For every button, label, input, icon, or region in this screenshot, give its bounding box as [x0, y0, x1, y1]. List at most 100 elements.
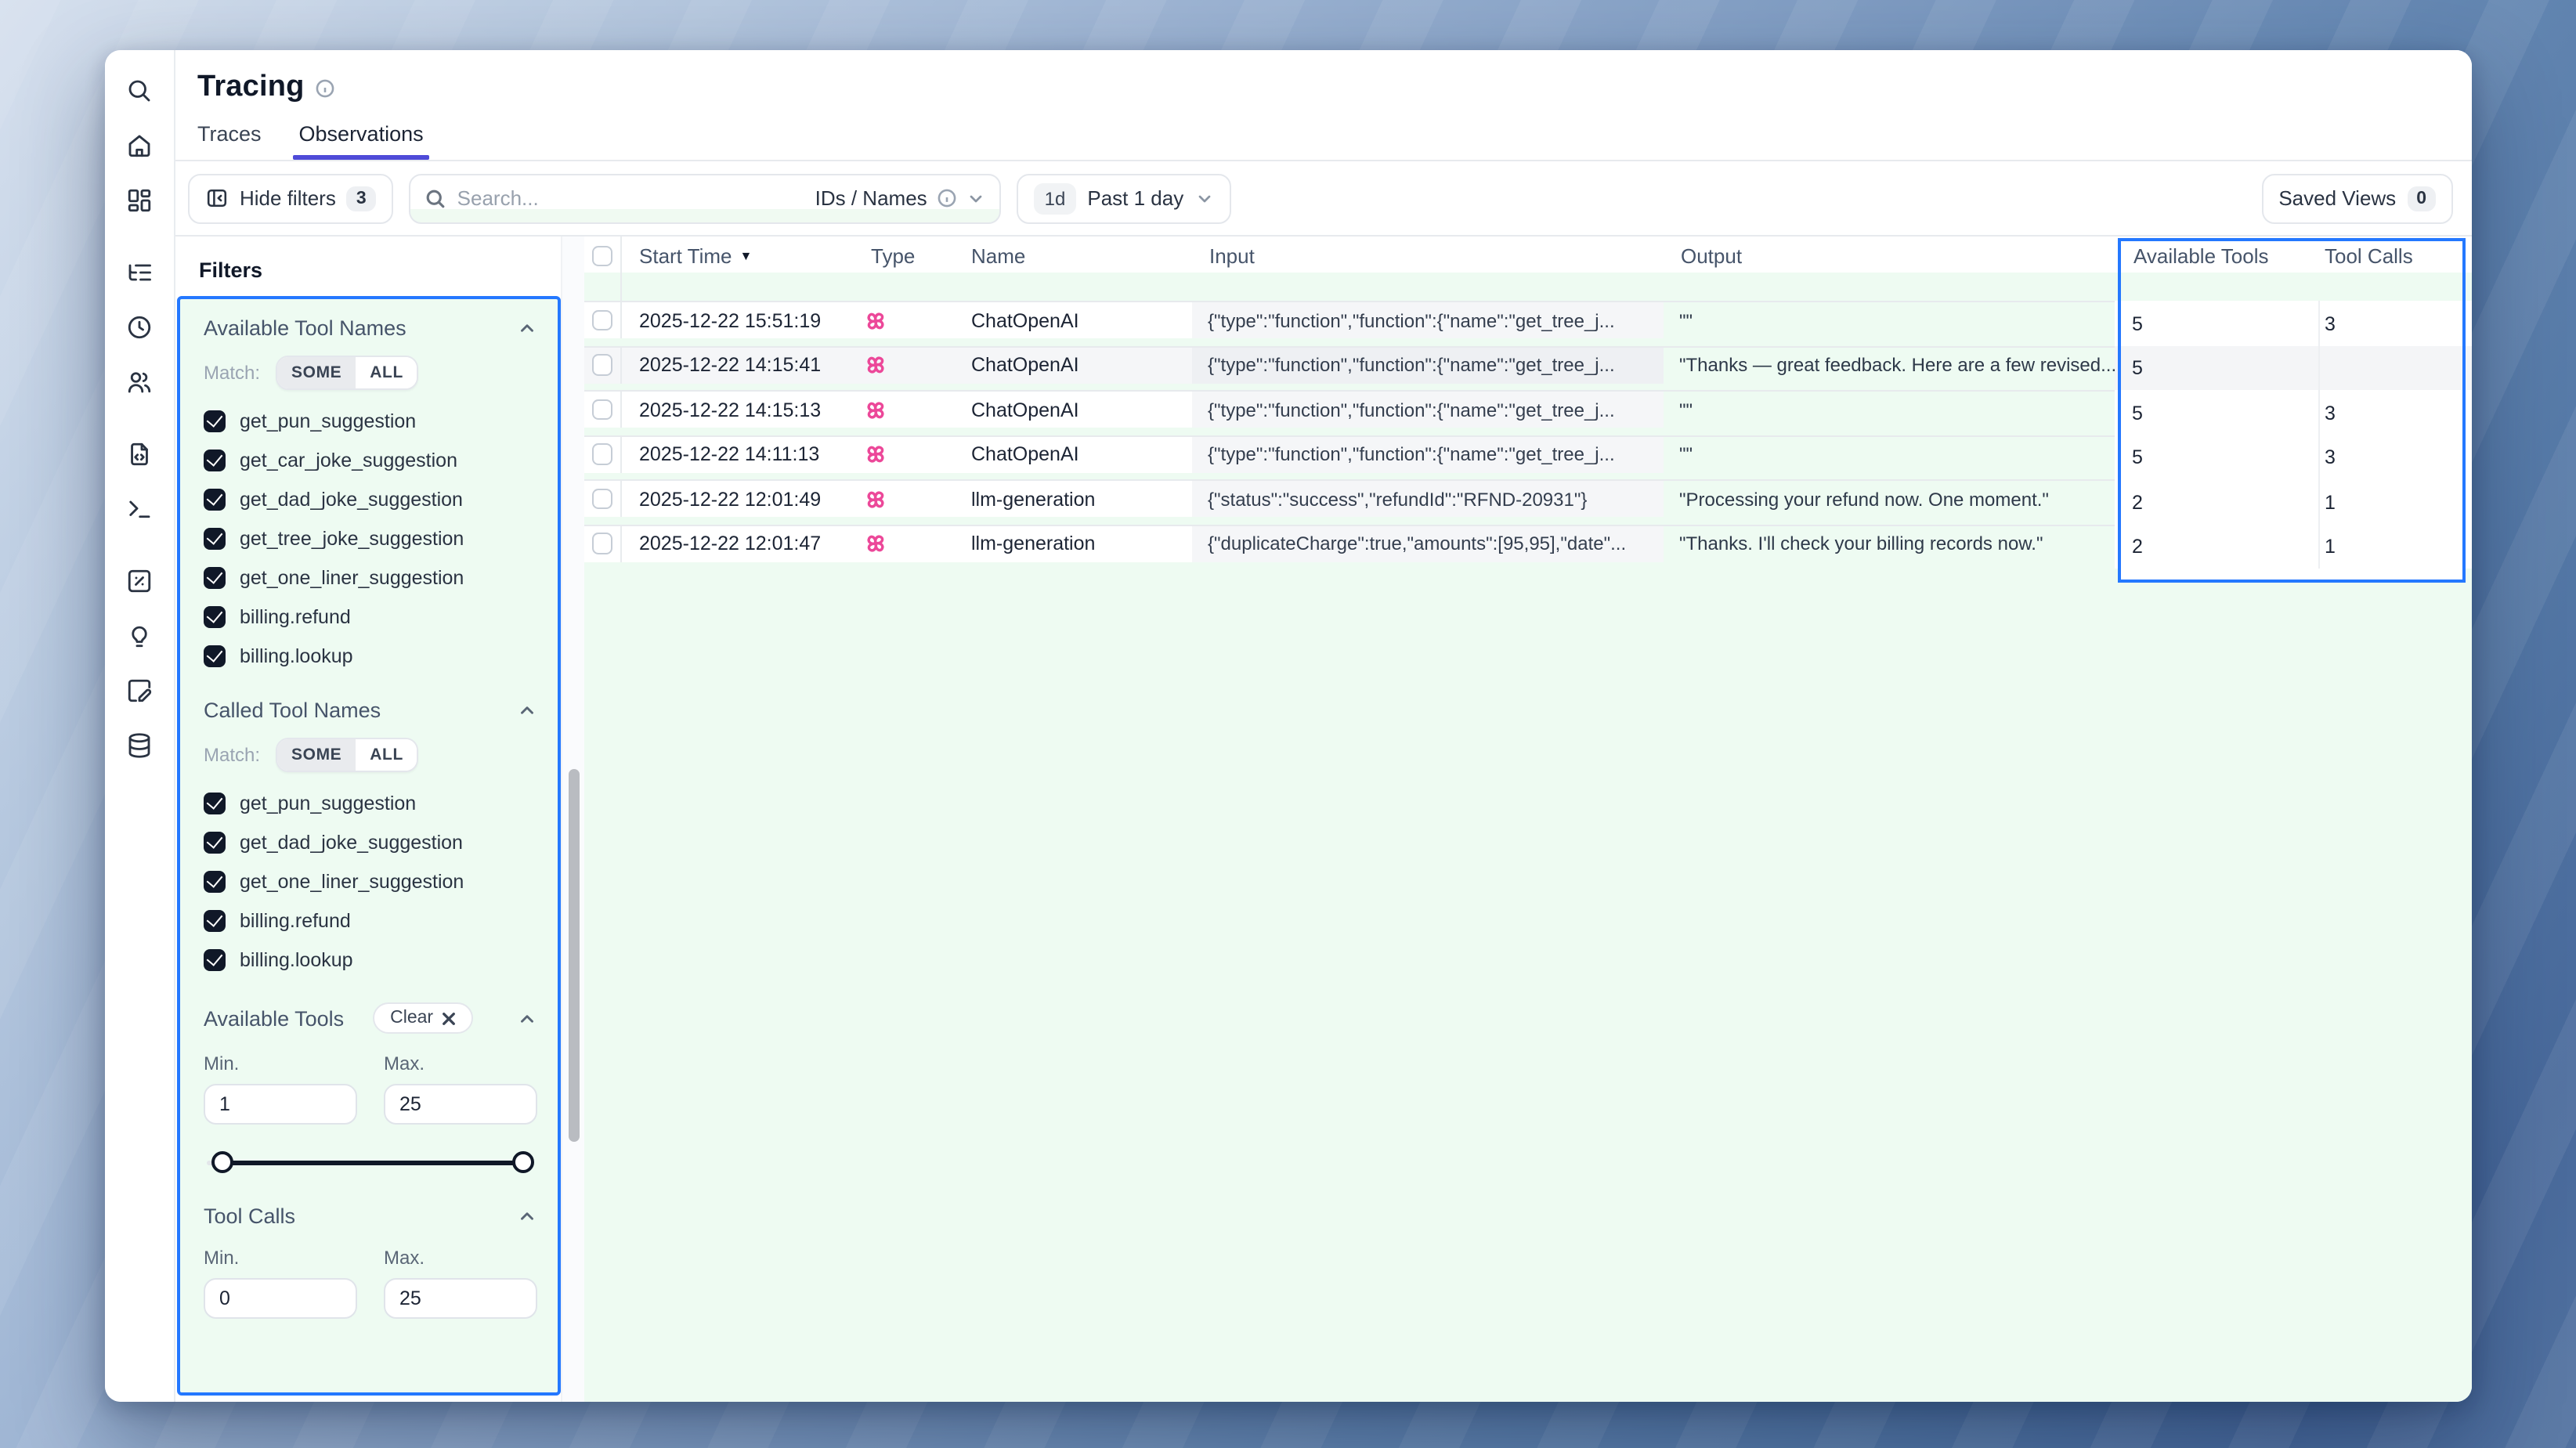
available-tools-min-input[interactable]: [204, 1084, 357, 1125]
cell-output: "": [1664, 436, 2115, 472]
datasets-icon[interactable]: [124, 730, 155, 761]
generation-type-icon: [863, 397, 888, 422]
filter-option[interactable]: billing.refund: [204, 605, 537, 628]
select-all-checkbox[interactable]: [592, 246, 613, 267]
table-row[interactable]: 2025-12-22 14:15:41 ChatOpenAI {"type":"…: [584, 345, 2472, 390]
filter-option[interactable]: get_pun_suggestion: [204, 791, 537, 814]
match-option-some[interactable]: SOME: [277, 739, 356, 771]
search-input[interactable]: Search... IDs / Names: [409, 173, 1001, 223]
collapse-section-icon[interactable]: [517, 1206, 537, 1226]
column-header-type[interactable]: Type: [854, 237, 954, 301]
row-checkbox[interactable]: [592, 444, 613, 465]
row-checkbox[interactable]: [592, 355, 613, 376]
annotation-icon[interactable]: [124, 675, 155, 706]
row-checkbox[interactable]: [592, 310, 613, 331]
min-label: Min.: [204, 1053, 357, 1074]
sessions-icon[interactable]: [124, 312, 155, 343]
playground-icon[interactable]: [124, 493, 155, 525]
column-header-output[interactable]: Output: [1664, 237, 2115, 301]
tool-calls-max-input[interactable]: [384, 1278, 537, 1319]
cell-available-tools: 2: [2115, 479, 2320, 524]
scrollbar-track[interactable]: [561, 237, 584, 1402]
clear-filter-button[interactable]: Clear: [373, 1002, 472, 1034]
scrollbar-thumb[interactable]: [568, 769, 580, 1142]
column-header-name[interactable]: Name: [954, 237, 1192, 301]
filter-option[interactable]: get_dad_joke_suggestion: [204, 830, 537, 854]
checkbox-checked[interactable]: [204, 870, 226, 892]
table-row[interactable]: 2025-12-22 14:15:13 ChatOpenAI {"type":"…: [584, 390, 2472, 435]
checkbox-checked[interactable]: [204, 566, 226, 588]
filter-option[interactable]: get_pun_suggestion: [204, 409, 537, 432]
match-toggle: SOME ALL: [276, 356, 419, 390]
available-tools-max-input[interactable]: [384, 1084, 537, 1125]
column-header-available-tools[interactable]: Available Tools: [2115, 237, 2320, 301]
search-icon[interactable]: [124, 75, 155, 107]
checkbox-checked[interactable]: [204, 527, 226, 549]
filter-option[interactable]: billing.refund: [204, 908, 537, 932]
collapse-section-icon[interactable]: [517, 318, 537, 338]
cell-input: {"type":"function","function":{"name":"g…: [1192, 347, 1664, 383]
checkbox-checked[interactable]: [204, 831, 226, 853]
observations-table: Start Time▼ Type Name Input Output Avail…: [584, 237, 2472, 1402]
home-icon[interactable]: [124, 130, 155, 161]
checkbox-checked[interactable]: [204, 488, 226, 510]
saved-views-label: Saved Views: [2278, 186, 2396, 210]
filter-option[interactable]: get_car_joke_suggestion: [204, 448, 537, 471]
row-checkbox[interactable]: [592, 399, 613, 421]
cell-start-time: 2025-12-22 15:51:19: [622, 302, 854, 338]
filter-option[interactable]: get_dad_joke_suggestion: [204, 487, 537, 511]
collapse-section-icon[interactable]: [517, 1008, 537, 1028]
cell-input: {"duplicateCharge":true,"amounts":[95,95…: [1192, 525, 1664, 562]
table-row[interactable]: 2025-12-22 12:01:47 llm-generation {"dup…: [584, 524, 2472, 569]
info-icon: [937, 188, 957, 208]
tab-observations[interactable]: Observations: [299, 122, 424, 160]
table-row[interactable]: 2025-12-22 12:01:49 llm-generation {"sta…: [584, 479, 2472, 524]
match-option-all[interactable]: ALL: [356, 357, 417, 388]
users-icon[interactable]: [124, 367, 155, 398]
filter-option[interactable]: get_tree_joke_suggestion: [204, 526, 537, 550]
slider-handle-min[interactable]: [211, 1151, 233, 1173]
evaluations-icon[interactable]: [124, 565, 155, 597]
filter-option[interactable]: get_one_liner_suggestion: [204, 565, 537, 589]
filter-option[interactable]: get_one_liner_suggestion: [204, 869, 537, 893]
filter-option[interactable]: billing.lookup: [204, 948, 537, 971]
dashboards-icon[interactable]: [124, 185, 155, 216]
checkbox-checked[interactable]: [204, 909, 226, 931]
cell-type: [854, 302, 954, 338]
saved-views-button[interactable]: Saved Views 0: [2261, 173, 2453, 223]
insights-icon[interactable]: [124, 620, 155, 652]
checkbox-checked[interactable]: [204, 449, 226, 471]
column-header-start-time[interactable]: Start Time▼: [622, 237, 854, 301]
match-option-some[interactable]: SOME: [277, 357, 356, 388]
hide-filters-button[interactable]: Hide filters 3: [188, 173, 393, 223]
row-checkbox[interactable]: [592, 533, 613, 554]
close-icon: [441, 1011, 455, 1025]
table-row[interactable]: 2025-12-22 14:11:13 ChatOpenAI {"type":"…: [584, 435, 2472, 479]
cell-available-tools: 5: [2115, 301, 2320, 345]
time-range-button[interactable]: 1d Past 1 day: [1017, 173, 1231, 223]
section-title: Called Tool Names: [204, 699, 381, 722]
match-option-all[interactable]: ALL: [356, 739, 417, 771]
filter-option[interactable]: billing.lookup: [204, 644, 537, 667]
checkbox-checked[interactable]: [204, 948, 226, 970]
column-header-input[interactable]: Input: [1192, 237, 1664, 301]
checkbox-checked[interactable]: [204, 410, 226, 432]
checkbox-checked[interactable]: [204, 792, 226, 814]
chevron-down-icon[interactable]: [966, 189, 985, 208]
table-row[interactable]: 2025-12-22 15:51:19 ChatOpenAI {"type":"…: [584, 301, 2472, 345]
cell-output: "Processing your refund now. One moment.…: [1664, 481, 2115, 517]
row-checkbox[interactable]: [592, 489, 613, 510]
tab-traces[interactable]: Traces: [197, 122, 262, 160]
available-tools-range-slider[interactable]: [207, 1151, 534, 1173]
checkbox-checked[interactable]: [204, 605, 226, 627]
tracing-icon[interactable]: [124, 257, 155, 288]
tool-calls-min-input[interactable]: [204, 1278, 357, 1319]
collapse-section-icon[interactable]: [517, 700, 537, 720]
checkbox-checked[interactable]: [204, 645, 226, 666]
column-header-tool-calls[interactable]: Tool Calls: [2320, 237, 2472, 301]
cell-tool-calls: 3: [2320, 301, 2472, 345]
info-icon[interactable]: [316, 78, 336, 98]
slider-handle-max[interactable]: [512, 1151, 534, 1173]
prompts-icon[interactable]: [124, 439, 155, 470]
match-label: Match:: [204, 362, 260, 384]
